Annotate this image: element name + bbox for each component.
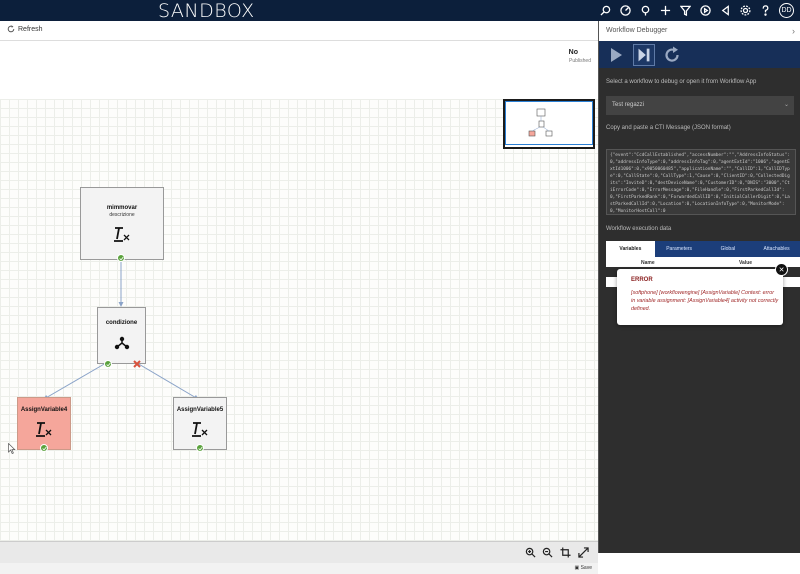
node-description: descrizione: [109, 212, 135, 218]
back-icon[interactable]: [719, 4, 732, 17]
refresh-button[interactable]: Refresh: [7, 25, 43, 33]
minimap-preview: [528, 108, 553, 137]
node-title: AssignVariable5: [176, 407, 224, 413]
error-message: [softphone] [workflowengine] [AssignVari…: [631, 290, 779, 312]
search-icon[interactable]: [599, 4, 612, 17]
workflow-node-condizione[interactable]: condizione: [97, 307, 146, 364]
select-workflow-prompt: Select a workflow to debug or open it fr…: [606, 79, 757, 85]
column-value-header: Value: [739, 260, 753, 266]
top-icon-group: DD: [592, 0, 794, 21]
node-title: mimmovar: [106, 205, 138, 211]
tab-parameters[interactable]: Parameters: [654, 241, 704, 257]
node-valid-icon: [196, 444, 204, 452]
help-icon[interactable]: [759, 4, 772, 17]
play-circle-icon[interactable]: [699, 4, 712, 17]
connector-3: [136, 362, 199, 400]
gear-icon[interactable]: [739, 4, 752, 17]
published-status-label: Published: [569, 58, 591, 64]
execution-tabs: Variables Parameters Global Attachables: [606, 241, 800, 257]
restart-icon[interactable]: [661, 44, 683, 66]
top-bar: SANDBOX DD: [0, 0, 800, 22]
debugger-title-bar: Workflow Debugger ›: [599, 21, 800, 41]
plus-icon[interactable]: [659, 4, 672, 17]
save-bar: ▣ Save: [0, 563, 598, 574]
column-name-header: Name: [641, 260, 655, 266]
workflow-editor: Refresh No Published mimmovar descrizion…: [0, 21, 598, 574]
minimap[interactable]: [503, 99, 595, 149]
user-avatar[interactable]: DD: [779, 3, 794, 18]
cti-message-textarea[interactable]: {"event":"CcdCallEstablished","accessNum…: [606, 149, 796, 215]
step-icon[interactable]: [633, 44, 655, 66]
connector-lines: [43, 261, 199, 400]
node-title: AssignVariable4: [20, 407, 68, 413]
workflow-canvas[interactable]: mimmovar descrizione condizione AssignVa…: [0, 99, 598, 541]
variable-icon: [192, 422, 208, 437]
filter-icon[interactable]: [679, 4, 692, 17]
debugger-toolbar: [599, 41, 800, 68]
branch-error-icon: [133, 360, 141, 368]
branch-valid-icon: [104, 360, 112, 368]
error-title: ERROR: [631, 277, 653, 283]
node-valid-icon: [117, 254, 125, 262]
run-icon[interactable]: [605, 44, 627, 66]
gauge-icon[interactable]: [619, 4, 632, 17]
node-title: condizione: [105, 320, 138, 326]
execution-data-label: Workflow execution data: [606, 226, 672, 232]
zoom-toolbar: [0, 541, 598, 563]
workflow-select[interactable]: Test regazzi ⌄: [606, 96, 794, 115]
save-label: Save: [580, 565, 592, 571]
connector-2: [43, 362, 107, 400]
published-status-value: No: [568, 49, 578, 56]
tab-global[interactable]: Global: [703, 241, 753, 257]
json-input-label: Copy and paste a CTI Message (JSON forma…: [606, 125, 731, 131]
pin-icon[interactable]: [639, 4, 652, 17]
tab-attachables[interactable]: Attachables: [752, 241, 800, 257]
tab-variables[interactable]: Variables: [606, 241, 655, 257]
variable-icon: [36, 422, 52, 437]
refresh-label: Refresh: [18, 25, 43, 33]
workflow-node-assignvariable4[interactable]: AssignVariable4: [17, 397, 71, 450]
editor-toolbar: Refresh: [0, 21, 598, 41]
workflow-select-value: Test regazzi: [612, 102, 645, 108]
collapse-chevron-icon[interactable]: ›: [792, 21, 795, 41]
app-title: SANDBOX: [158, 0, 255, 22]
debugger-title: Workflow Debugger: [606, 27, 668, 34]
dropdown-chevron-icon: ⌄: [783, 102, 789, 108]
variable-icon: [114, 227, 130, 242]
mouse-cursor: [8, 443, 16, 454]
workflow-node-assignvariable5[interactable]: AssignVariable5: [173, 397, 227, 450]
branch-icon: [114, 336, 129, 350]
error-popup: ERROR [softphone] [workflowengine] [Assi…: [617, 269, 783, 325]
save-icon: ▣: [574, 565, 580, 571]
variables-table-header: Name Value: [606, 257, 800, 267]
save-button[interactable]: ▣ Save: [574, 565, 592, 571]
refresh-icon: [7, 25, 15, 33]
workflow-node-mimmovar[interactable]: mimmovar descrizione: [80, 187, 164, 260]
close-icon[interactable]: ✕: [775, 263, 788, 276]
node-valid-icon: [40, 444, 48, 452]
